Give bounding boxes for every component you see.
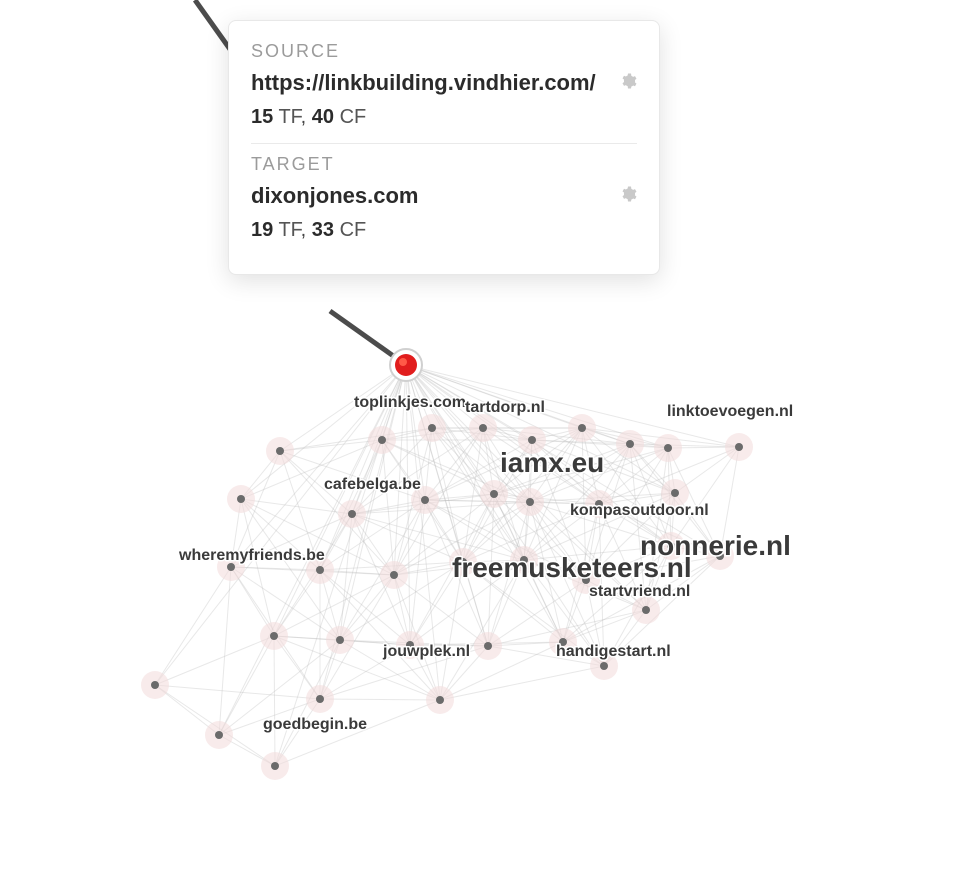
main-edge-top xyxy=(195,0,232,52)
target-metrics: 19 TF, 33 CF xyxy=(251,219,637,242)
target-section: TARGET dixonjones.com 19 TF, 33 CF xyxy=(251,148,637,256)
info-card: SOURCE https://linkbuilding.vindhier.com… xyxy=(228,20,660,275)
target-url[interactable]: dixonjones.com xyxy=(251,183,418,209)
source-section: SOURCE https://linkbuilding.vindhier.com… xyxy=(251,35,637,143)
graph-node-label[interactable]: wheremyfriends.be xyxy=(178,547,325,564)
graph-node-label[interactable]: kompasoutdoor.nl xyxy=(570,502,709,519)
graph-node-label[interactable]: freemusketeers.nl xyxy=(452,552,692,583)
graph-node-label[interactable]: toplinkjes.com xyxy=(354,394,466,411)
graph-node-label[interactable]: startvriend.nl xyxy=(589,583,690,600)
gear-icon[interactable] xyxy=(619,72,637,95)
graph-node-label[interactable]: jouwplek.nl xyxy=(382,643,470,660)
graph-node-label[interactable]: linktoevoegen.nl xyxy=(667,403,793,420)
graph-node-label[interactable]: tartdorp.nl xyxy=(465,399,545,416)
graph-node-label[interactable]: handigestart.nl xyxy=(556,643,671,660)
highlight-node[interactable] xyxy=(390,349,422,381)
source-heading: SOURCE xyxy=(251,41,637,62)
gear-icon[interactable] xyxy=(619,185,637,208)
source-metrics: 15 TF, 40 CF xyxy=(251,106,637,129)
source-url[interactable]: https://linkbuilding.vindhier.com/ xyxy=(251,70,596,96)
target-heading: TARGET xyxy=(251,154,637,175)
card-divider xyxy=(251,143,637,144)
graph-node-label[interactable]: iamx.eu xyxy=(500,447,604,478)
graph-node-label[interactable]: cafebelga.be xyxy=(324,476,421,493)
graph-node-label[interactable]: goedbegin.be xyxy=(263,716,367,733)
